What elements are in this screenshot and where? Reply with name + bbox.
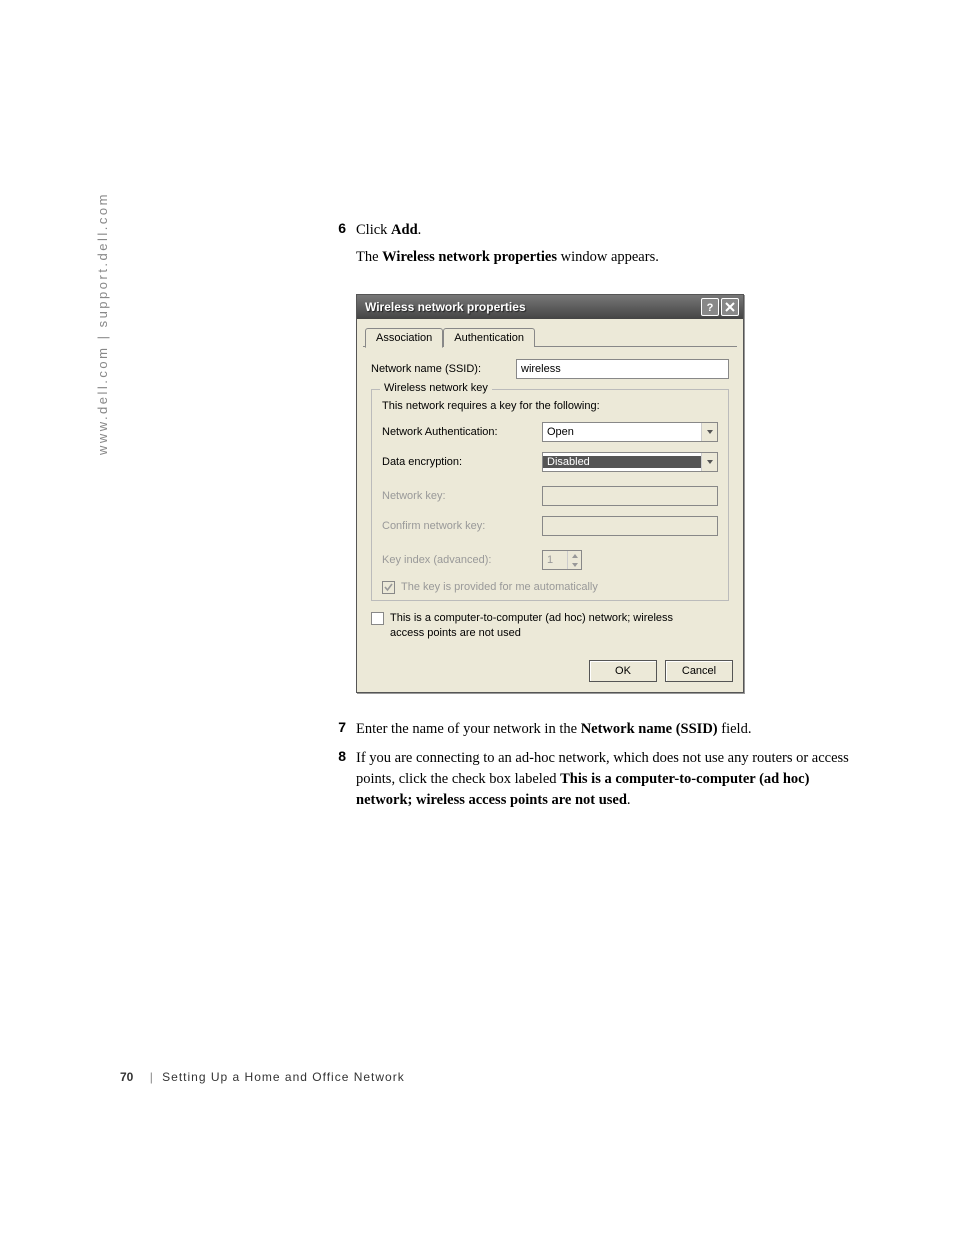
ok-button[interactable]: OK — [589, 660, 657, 682]
step-text: Click Add. — [356, 220, 421, 241]
tab-authentication[interactable]: Authentication — [443, 328, 535, 347]
encryption-select-value: Disabled — [543, 456, 701, 468]
auto-key-label: The key is provided for me automatically — [401, 580, 598, 594]
spinner-up-icon — [567, 551, 581, 560]
adhoc-checkbox[interactable] — [371, 612, 384, 625]
wireless-properties-dialog: Wireless network properties ? Associatio… — [356, 294, 744, 693]
network-key-label: Network key: — [382, 490, 542, 502]
key-index-spinner: 1 — [542, 550, 582, 570]
ssid-input[interactable]: wireless — [516, 359, 729, 379]
encryption-select[interactable]: Disabled — [542, 452, 718, 472]
step-text: If you are connecting to an ad-hoc netwo… — [356, 748, 862, 811]
adhoc-label: This is a computer-to-computer (ad hoc) … — [390, 611, 677, 640]
titlebar: Wireless network properties ? — [357, 295, 743, 319]
close-button[interactable] — [721, 298, 739, 316]
tab-strip: Association Authentication — [357, 319, 743, 347]
margin-url-text: www.dell.com | support.dell.com — [95, 192, 110, 455]
step-text: Enter the name of your network in the Ne… — [356, 719, 751, 740]
auto-key-checkbox — [382, 581, 395, 594]
encryption-label: Data encryption: — [382, 456, 542, 468]
page-number: 70 — [120, 1070, 133, 1084]
chevron-down-icon — [701, 423, 717, 441]
confirm-key-input — [542, 516, 718, 536]
group-helper-text: This network requires a key for the foll… — [382, 400, 718, 412]
help-button[interactable]: ? — [701, 298, 719, 316]
footer-separator: | — [150, 1070, 154, 1084]
svg-text:?: ? — [707, 302, 714, 313]
auth-select[interactable]: Open — [542, 422, 718, 442]
auth-select-value: Open — [543, 426, 701, 438]
step-number: 8 — [332, 748, 356, 811]
confirm-key-label: Confirm network key: — [382, 520, 542, 532]
tab-association[interactable]: Association — [365, 328, 443, 348]
step-6-subtext: The Wireless network properties window a… — [356, 247, 862, 268]
key-index-value: 1 — [543, 551, 567, 569]
step-number: 7 — [332, 719, 356, 740]
key-index-label: Key index (advanced): — [382, 554, 542, 566]
ssid-label: Network name (SSID): — [371, 363, 516, 375]
cancel-button[interactable]: Cancel — [665, 660, 733, 682]
step-7: 7 Enter the name of your network in the … — [332, 719, 862, 740]
step-number: 6 — [332, 220, 356, 241]
window-title: Wireless network properties — [365, 300, 699, 314]
step-6: 6 Click Add. — [332, 220, 862, 241]
section-title: Setting Up a Home and Office Network — [162, 1070, 405, 1084]
step-8: 8 If you are connecting to an ad-hoc net… — [332, 748, 862, 811]
page-footer: 70 | Setting Up a Home and Office Networ… — [120, 1070, 405, 1084]
auth-label: Network Authentication: — [382, 426, 542, 438]
group-legend: Wireless network key — [380, 382, 492, 394]
chevron-down-icon — [701, 453, 717, 471]
wireless-key-group: Wireless network key This network requir… — [371, 389, 729, 601]
spinner-down-icon — [567, 560, 581, 569]
network-key-input — [542, 486, 718, 506]
